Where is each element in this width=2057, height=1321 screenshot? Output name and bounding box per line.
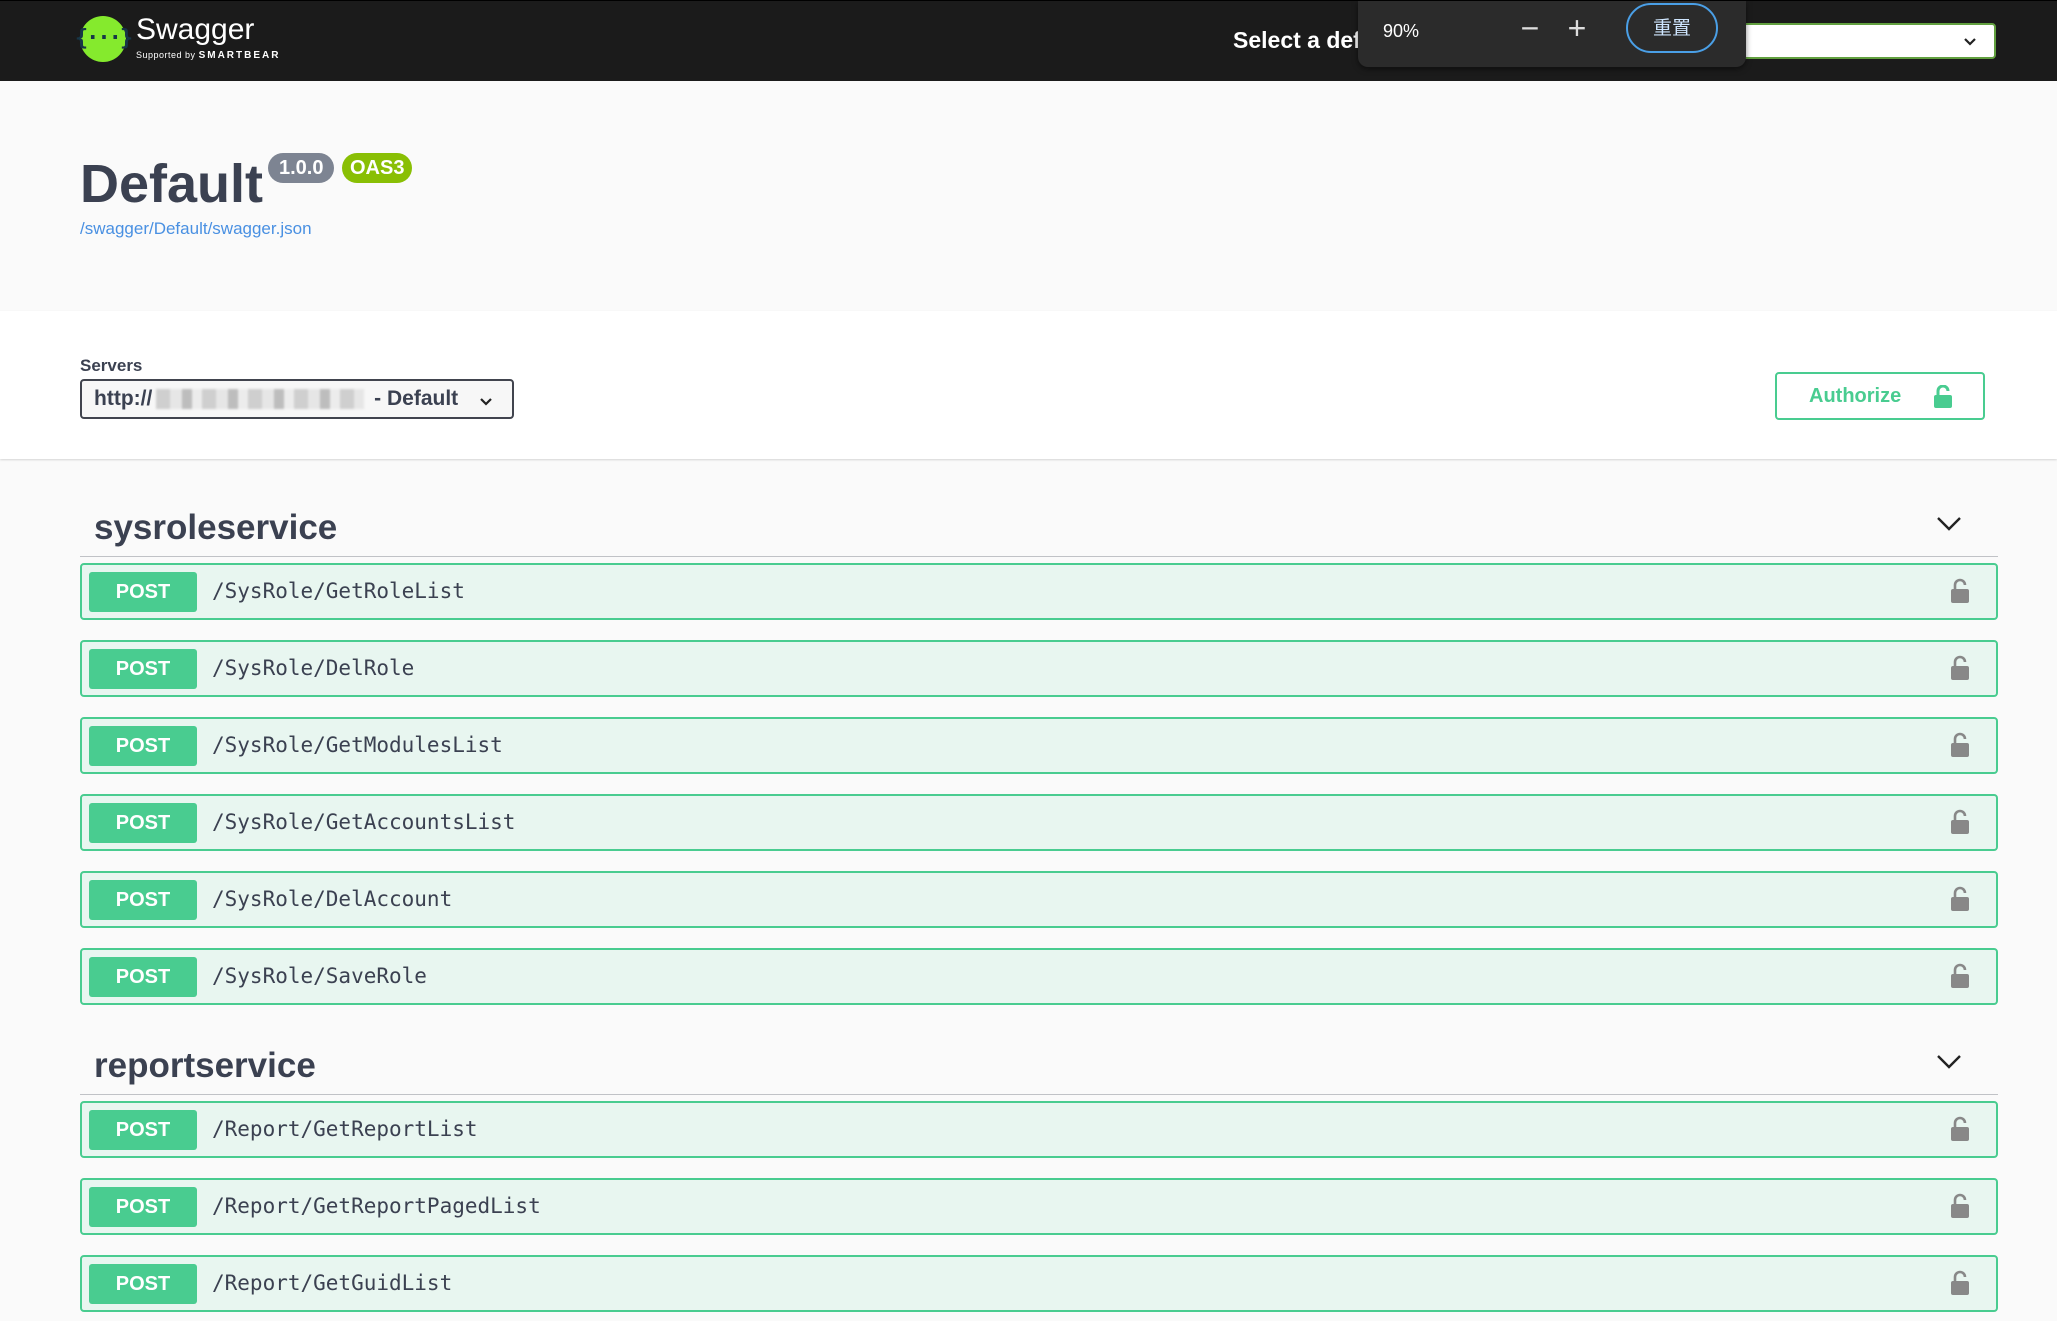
operation-path: /SysRole/GetAccountsList (212, 810, 516, 834)
zoom-out-button[interactable]: − (1513, 12, 1547, 47)
method-badge: POST (89, 803, 197, 843)
redacted-host (156, 389, 365, 410)
tag-name: sysroleservice (94, 508, 338, 547)
zoom-level: 90% (1383, 21, 1420, 41)
scheme-container: Servers http:// - Default Authorize (0, 311, 2057, 459)
swagger-logo[interactable]: {···} Swagger Supported by SMARTBEAR (75, 13, 281, 62)
lock-icon (1951, 886, 1969, 911)
lock-icon (1934, 385, 1952, 408)
operation-row[interactable]: POST/Report/GetReportPagedList (80, 1178, 1998, 1235)
tag-reportservice[interactable]: reportservice (80, 1028, 1998, 1095)
operation-row[interactable]: POST/SysRole/GetModulesList (80, 717, 1998, 774)
chevron-down-icon[interactable] (1936, 514, 1962, 532)
method-badge: POST (89, 572, 197, 612)
method-badge: POST (89, 957, 197, 997)
logo-subtitle: Supported by SMARTBEAR (136, 50, 281, 61)
lock-icon (1951, 1193, 1969, 1218)
operation-path: /SysRole/GetModulesList (212, 733, 503, 757)
operation-row[interactable]: POST/SysRole/GetRoleList (80, 563, 1998, 620)
info-section: Default 1.0.0 OAS3 /swagger/Default/swag… (0, 81, 2057, 311)
lock-icon (1951, 1116, 1969, 1141)
lock-icon (1951, 963, 1969, 988)
topbar: {···} Swagger Supported by SMARTBEAR Sel… (0, 0, 2057, 82)
operation-path: /Report/GetGuidList (212, 1271, 453, 1295)
method-badge: POST (89, 1264, 197, 1304)
zoom-popup: 90% − + 重置 (1358, 1, 1746, 67)
lock-icon (1951, 732, 1969, 757)
authorize-button[interactable]: Authorize (1775, 372, 1985, 420)
operation-path: /SysRole/GetRoleList (212, 579, 465, 603)
lock-icon (1951, 809, 1969, 834)
method-badge: POST (89, 726, 197, 766)
swagger-logo-icon: {···} (75, 15, 133, 62)
definition-select[interactable] (1740, 23, 1996, 59)
lock-icon (1951, 578, 1969, 603)
method-badge: POST (89, 1110, 197, 1150)
zoom-reset-button[interactable]: 重置 (1626, 3, 1718, 53)
tag-name: reportservice (94, 1046, 316, 1085)
oas-badge: OAS3 (342, 153, 413, 183)
operation-path: /Report/GetReportPagedList (212, 1194, 541, 1218)
tag-sysroleservice[interactable]: sysroleservice (80, 490, 1998, 557)
servers-label: Servers (80, 356, 143, 375)
method-badge: POST (89, 880, 197, 920)
operation-row[interactable]: POST/SysRole/SaveRole (80, 948, 1998, 1005)
operation-row[interactable]: POST/Report/GetGuidList (80, 1255, 1998, 1312)
lock-icon (1951, 655, 1969, 680)
operation-path: /SysRole/SaveRole (212, 964, 427, 988)
operation-path: /SysRole/DelRole (212, 656, 415, 680)
operation-path: /Report/GetReportList (212, 1117, 478, 1141)
servers-select[interactable]: http:// - Default (80, 379, 514, 419)
select-definition-label: Select a def (1233, 27, 1361, 53)
zoom-in-button[interactable]: + (1560, 12, 1594, 47)
operation-path: /SysRole/DelAccount (212, 887, 453, 911)
page-title: Default (80, 154, 264, 214)
method-badge: POST (89, 649, 197, 689)
spec-url-link[interactable]: /swagger/Default/swagger.json (80, 219, 312, 239)
operation-row[interactable]: POST/Report/GetReportList (80, 1101, 1998, 1158)
chevron-down-icon[interactable] (1936, 1052, 1962, 1070)
operation-row[interactable]: POST/SysRole/DelRole (80, 640, 1998, 697)
method-badge: POST (89, 1187, 197, 1227)
version-badge: 1.0.0 (268, 153, 335, 183)
logo-title: Swagger (136, 13, 255, 46)
chevron-down-icon (480, 398, 492, 406)
operation-row[interactable]: POST/SysRole/GetAccountsList (80, 794, 1998, 851)
chevron-down-icon (1964, 38, 1976, 46)
lock-icon (1951, 1270, 1969, 1295)
operation-row[interactable]: POST/SysRole/DelAccount (80, 871, 1998, 928)
